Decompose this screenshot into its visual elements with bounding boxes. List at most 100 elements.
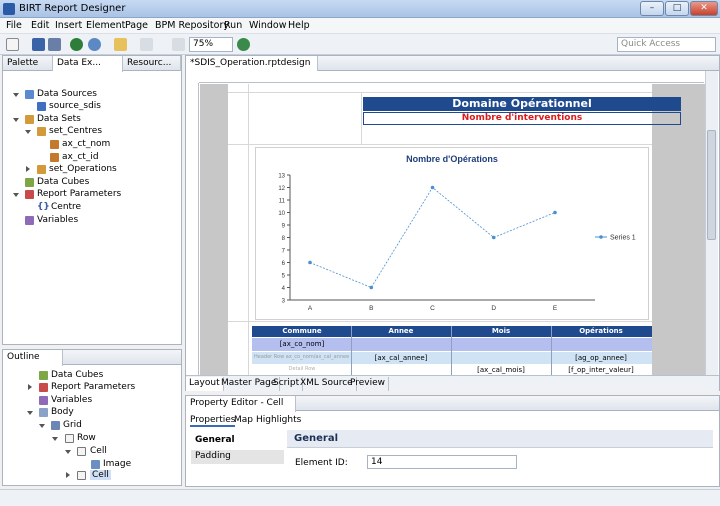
report-file-label: *SDIS_Operation.rptdesign xyxy=(190,58,311,68)
maximize-button[interactable]: □ xyxy=(665,1,689,16)
datasource-icon xyxy=(37,102,46,111)
outline-cell-selected[interactable]: Cell xyxy=(90,470,111,480)
web-preview-icon[interactable] xyxy=(88,38,101,51)
expand-icon[interactable] xyxy=(25,130,31,134)
category-general[interactable]: General xyxy=(191,434,284,448)
menu-bpm-repository[interactable]: BPM Repository xyxy=(155,20,229,31)
outline-body[interactable]: Body xyxy=(51,407,74,417)
tree-variables[interactable]: Variables xyxy=(37,215,78,225)
expand-icon[interactable] xyxy=(13,93,19,97)
tree-source-sdis[interactable]: source_sdis xyxy=(49,101,101,111)
dataset-icon xyxy=(37,127,46,136)
table-cell[interactable]: [ax_cal_mois] xyxy=(452,366,550,374)
tab-data-explorer[interactable]: Data Ex... xyxy=(53,56,123,72)
menu-element[interactable]: Element xyxy=(86,20,125,31)
run-icon[interactable] xyxy=(70,38,83,51)
tab-map[interactable]: Map xyxy=(234,415,253,425)
expand-icon[interactable] xyxy=(52,437,58,441)
tab-report-file[interactable]: *SDIS_Operation.rptdesign xyxy=(186,56,318,72)
zoom-select[interactable]: 75% xyxy=(189,37,233,52)
tree-ax-ct-id[interactable]: ax_ct_id xyxy=(62,152,99,162)
tree-data-sets[interactable]: Data Sets xyxy=(37,114,81,124)
outline-report-parameters[interactable]: Report Parameters xyxy=(51,382,135,392)
quick-access-input[interactable]: Quick Access xyxy=(617,37,716,52)
category-padding[interactable]: Padding xyxy=(191,450,284,464)
minimize-button[interactable]: – xyxy=(640,1,664,16)
y-tick-label: 11 xyxy=(279,199,286,205)
tree-param-centre[interactable]: Centre xyxy=(51,202,81,212)
outline-grid[interactable]: Grid xyxy=(63,420,82,430)
menu-window[interactable]: Window xyxy=(249,20,286,31)
collapse-icon[interactable] xyxy=(26,166,30,172)
layout-canvas: Domaine Opérationnel Nombre d'interventi… xyxy=(200,84,705,375)
expand-icon[interactable] xyxy=(13,193,19,197)
line-chart[interactable]: Nombre d'Opérations 345678910111213A B C D E… xyxy=(255,147,649,320)
dataset-icon xyxy=(37,165,46,174)
expand-icon[interactable] xyxy=(27,411,33,415)
expand-icon[interactable] xyxy=(39,424,45,428)
table-cell[interactable]: [ag_op_annee] xyxy=(552,354,650,362)
x-tick-label: C xyxy=(430,305,435,312)
tree-data-cubes[interactable]: Data Cubes xyxy=(37,177,89,187)
outline-image[interactable]: Image xyxy=(103,459,131,469)
save-all-icon[interactable] xyxy=(48,38,61,51)
report-parameters-icon xyxy=(25,190,34,199)
cell-icon xyxy=(77,471,86,480)
collapse-icon[interactable] xyxy=(66,472,70,478)
data-cubes-icon xyxy=(39,371,48,380)
expand-icon[interactable] xyxy=(65,450,71,454)
tab-property-editor[interactable]: Property Editor - Cell xyxy=(186,396,296,412)
report-title[interactable]: Domaine Opérationnel xyxy=(363,97,681,111)
tree-set-operations[interactable]: set_Operations xyxy=(49,164,117,174)
tab-outline[interactable]: Outline xyxy=(3,350,63,366)
table-cell[interactable]: [f_op_inter_valeur] xyxy=(552,366,650,374)
data-table[interactable]: Commune Annee Mois Opérations [ax_co_nom… xyxy=(252,326,652,375)
menu-bar: File Edit Insert Element Page BPM Reposi… xyxy=(0,18,720,34)
new-icon[interactable] xyxy=(6,38,19,51)
forward-arrow-icon[interactable] xyxy=(140,38,153,51)
table-cell[interactable]: [ax_co_nom] xyxy=(254,340,350,348)
menu-help[interactable]: Help xyxy=(288,20,310,31)
column-header[interactable]: Mois xyxy=(452,327,550,335)
data-sources-icon xyxy=(25,90,34,99)
menu-insert[interactable]: Insert xyxy=(55,20,82,31)
tab-preview[interactable]: Preview xyxy=(347,377,390,391)
column-header[interactable]: Annee xyxy=(352,327,450,335)
column-header[interactable]: Opérations xyxy=(552,327,650,335)
tree-data-sources[interactable]: Data Sources xyxy=(37,89,97,99)
outline-panel: Outline Data Cubes Report Parameters Var… xyxy=(2,349,182,486)
menu-run[interactable]: Run xyxy=(224,20,242,31)
save-icon[interactable] xyxy=(32,38,45,51)
report-subtitle[interactable]: Nombre d'interventions xyxy=(363,112,681,125)
status-bar xyxy=(0,489,720,506)
window-title: BIRT Report Designer xyxy=(19,3,126,14)
expand-icon[interactable] xyxy=(13,118,19,122)
tree-set-centres[interactable]: set_Centres xyxy=(49,126,102,136)
menu-file[interactable]: File xyxy=(6,20,22,31)
table-cell[interactable]: [ax_cal_annee] xyxy=(352,354,450,362)
menu-page[interactable]: Page xyxy=(125,20,148,31)
tab-resource-explorer[interactable]: Resourc... xyxy=(123,56,181,71)
collapse-icon[interactable] xyxy=(28,384,32,390)
tab-properties[interactable]: Properties xyxy=(190,415,236,427)
pin-icon[interactable] xyxy=(172,38,185,51)
element-id-field[interactable]: 14 xyxy=(367,455,517,469)
tab-palette[interactable]: Palette xyxy=(3,56,53,71)
data-sets-icon xyxy=(25,115,34,124)
back-arrow-icon[interactable] xyxy=(114,38,127,51)
tab-highlights[interactable]: Highlights xyxy=(256,415,301,425)
tree-ax-ct-nom[interactable]: ax_ct_nom xyxy=(62,139,110,149)
column-header[interactable]: Commune xyxy=(254,327,350,335)
deploy-icon[interactable] xyxy=(237,38,250,51)
outline-variables[interactable]: Variables xyxy=(51,395,92,405)
menu-edit[interactable]: Edit xyxy=(31,20,49,31)
data-point xyxy=(430,185,435,190)
scrollbar-thumb[interactable] xyxy=(707,130,716,240)
tree-report-parameters[interactable]: Report Parameters xyxy=(37,189,121,199)
outline-data-cubes[interactable]: Data Cubes xyxy=(51,370,103,380)
close-button[interactable]: ✕ xyxy=(690,1,718,16)
outline-cell[interactable]: Cell xyxy=(90,446,107,456)
data-point xyxy=(308,260,312,265)
outline-row[interactable]: Row xyxy=(77,433,96,443)
data-explorer-panel: Palette Data Ex... Resourc... Data Sourc… xyxy=(2,55,182,345)
